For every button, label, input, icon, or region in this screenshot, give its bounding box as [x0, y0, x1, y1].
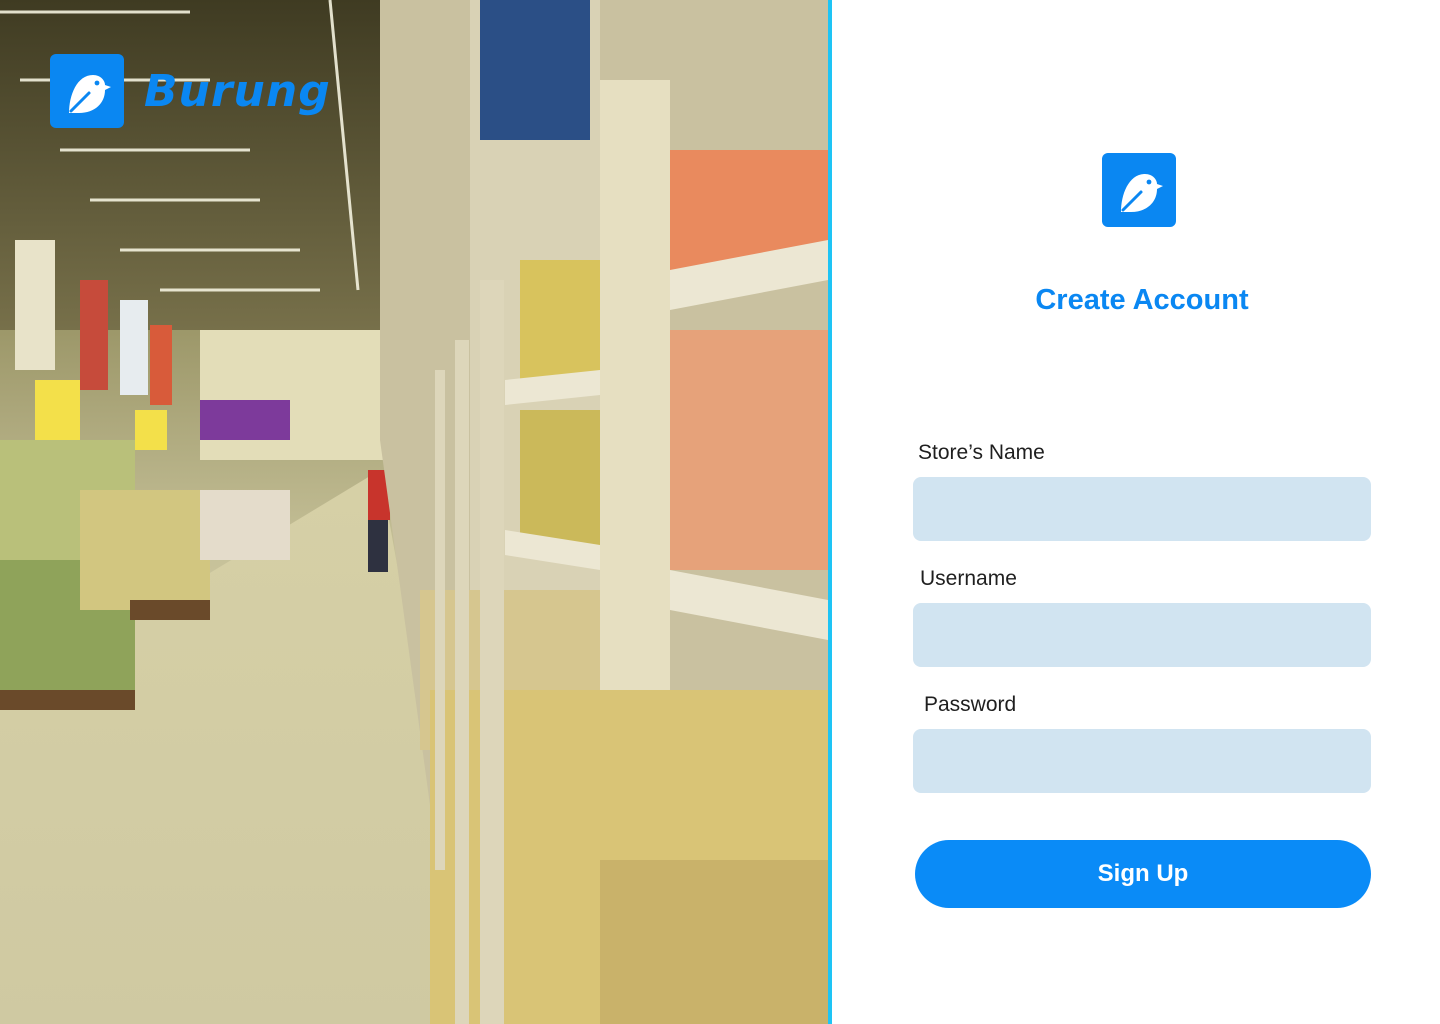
brand-name: Burung — [144, 65, 331, 117]
create-account-panel: Create Account Store’s Name Username Pas… — [832, 0, 1440, 1024]
page-title: Create Account — [1035, 284, 1249, 316]
sign-up-button[interactable]: Sign Up — [915, 840, 1371, 908]
username-field[interactable] — [913, 603, 1371, 667]
password-field[interactable] — [913, 729, 1371, 793]
bird-icon — [1102, 153, 1176, 227]
supermarket-aisle-illustration — [0, 0, 828, 1024]
bird-icon — [50, 54, 124, 128]
brand: Burung — [50, 54, 331, 128]
username-label: Username — [920, 567, 1017, 590]
store-name-label: Store’s Name — [918, 441, 1045, 464]
store-name-field[interactable] — [913, 477, 1371, 541]
hero-photo: Burung — [0, 0, 828, 1024]
signup-page: Burung Create Account Store’s Name Usern… — [0, 0, 1440, 1024]
password-label: Password — [924, 693, 1017, 716]
